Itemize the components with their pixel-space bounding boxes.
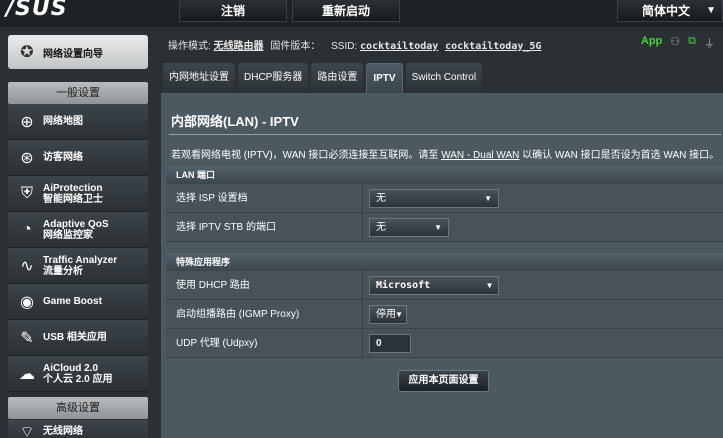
igmp-proxy-value: 停用 xyxy=(376,309,396,320)
stb-port-select[interactable]: 无 ▼ xyxy=(369,218,449,237)
igmp-proxy-select[interactable]: 停用 ▼ xyxy=(369,305,407,324)
sidebar-item-label: Traffic Analyzer 流量分析 xyxy=(43,254,118,277)
isp-profile-value: 无 xyxy=(376,193,386,204)
shield-icon: ⛨ xyxy=(20,184,33,202)
sidebar-item-aicloud[interactable]: ☁ AiCloud 2.0 个人云 2.0 应用 xyxy=(8,356,148,392)
advanced-settings-header: 高级设置 xyxy=(8,397,148,419)
gamepad-icon: ◉ xyxy=(20,293,34,311)
udpxy-label: UDP 代理 (Udpxy) xyxy=(176,338,258,349)
chevron-down-icon: ▼ xyxy=(484,194,492,203)
sidebar-item-label: 无线网络 xyxy=(43,426,83,437)
sidebar-item-guest-network[interactable]: ⊛ 访客网络 xyxy=(8,140,148,176)
mode-value[interactable]: 无线路由器 xyxy=(214,41,264,52)
lan-port-header: LAN 端口 xyxy=(166,166,723,184)
chevron-down-icon: ▼ xyxy=(395,310,403,319)
divider xyxy=(169,134,721,135)
status-icons: App ⚇ ⧉ ⏚ xyxy=(641,35,715,51)
dual-wan-link[interactable]: WAN - Dual WAN xyxy=(441,150,519,161)
stb-port-value: 无 xyxy=(376,222,386,233)
mode-label: 操作模式: xyxy=(168,41,211,52)
special-apps-header: 特殊应用程序 xyxy=(166,253,723,271)
sidebar-item-label: Game Boost xyxy=(43,296,102,307)
reboot-button[interactable]: 重新启动 xyxy=(292,0,400,22)
row-divider xyxy=(362,300,363,328)
apply-button[interactable]: 应用本页面设置 xyxy=(398,370,489,392)
igmp-proxy-label: 启动组播路由 (IGMP Proxy) xyxy=(176,309,300,320)
pulse-icon: ∿ xyxy=(20,257,34,275)
wizard-icon: ✪ xyxy=(20,44,34,61)
sidebar-item-wireless[interactable]: ⌔ 无线网络 xyxy=(8,420,148,438)
gauge-icon: ◔ xyxy=(22,220,32,238)
tab-lan-ip[interactable]: 内网地址设置 xyxy=(163,63,235,93)
ssid-2g[interactable]: cocktailtoday xyxy=(360,41,438,52)
status-line: 操作模式: 无线路由器 固件版本： SSID: cocktailtoday co… xyxy=(168,37,541,52)
stb-port-label: 选择 IPTV STB 的端口 xyxy=(176,222,277,233)
sidebar: ✪ 网络设置向导 一般设置 ⊕ 网络地图 ⊛ 访客网络 ⛨ AiProtecti… xyxy=(0,27,158,438)
quick-setup-button[interactable]: ✪ 网络设置向导 xyxy=(8,35,148,69)
ssid-label: SSID: xyxy=(331,41,358,52)
users-icon[interactable]: ⚇ xyxy=(670,35,680,51)
igmp-proxy-row: 启动组播路由 (IGMP Proxy) 停用 ▼ xyxy=(166,300,723,329)
chevron-down-icon: ▼ xyxy=(487,281,492,290)
description-text: 若观看网络电视 (IPTV)，WAN 接口必须连接至互联网。请至 xyxy=(171,150,439,161)
page-title: 内部网络(LAN) - IPTV xyxy=(171,114,299,129)
sidebar-item-label: AiProtection 智能网络卫士 xyxy=(43,182,103,205)
cloud-icon: ☁ xyxy=(19,365,35,383)
tab-iptv[interactable]: IPTV xyxy=(366,63,403,93)
usb-status-icon[interactable]: ⏚ xyxy=(704,35,715,51)
main-content: 操作模式: 无线路由器 固件版本： SSID: cocktailtoday co… xyxy=(158,27,723,438)
sidebar-item-label: Adaptive QoS 网络监控家 xyxy=(43,218,109,241)
settings-panel: 内部网络(LAN) - IPTV 若观看网络电视 (IPTV)，WAN 接口必须… xyxy=(161,93,723,438)
firmware-label: 固件版本： xyxy=(270,41,321,52)
sidebar-item-label: 访客网络 xyxy=(43,152,83,163)
description-text: 以确认 WAN 接口是否设为首选 WAN 接口。 xyxy=(522,150,720,161)
sidebar-item-network-map[interactable]: ⊕ 网络地图 xyxy=(8,104,148,140)
general-settings-header: 一般设置 xyxy=(8,82,148,104)
asus-logo: /SUS xyxy=(6,0,68,21)
isp-profile-select[interactable]: 无 ▼ xyxy=(369,189,499,208)
tab-switch-control[interactable]: Switch Control xyxy=(405,63,483,93)
tab-route[interactable]: 路由设置 xyxy=(311,63,364,93)
row-divider xyxy=(362,213,363,241)
app-link[interactable]: App xyxy=(641,35,662,51)
sidebar-item-traffic-analyzer[interactable]: ∿ Traffic Analyzer 流量分析 xyxy=(8,248,148,284)
tab-dhcp-server[interactable]: DHCP服务器 xyxy=(238,63,309,93)
guest-network-icon: ⊛ xyxy=(20,149,34,167)
globe-icon: ⊕ xyxy=(20,113,34,131)
page-description: 若观看网络电视 (IPTV)，WAN 接口必须连接至互联网。请至 WAN - D… xyxy=(171,146,719,161)
top-bar: /SUS 注销 重新启动 简体中文 ▼ xyxy=(0,0,723,27)
udpxy-input[interactable]: 0 xyxy=(369,334,411,353)
isp-profile-row: 选择 ISP 设置档 无 ▼ xyxy=(166,184,723,213)
logout-button[interactable]: 注销 xyxy=(179,0,287,22)
sidebar-item-label: AiCloud 2.0 个人云 2.0 应用 xyxy=(43,362,113,385)
row-divider xyxy=(362,184,363,212)
usb-icon: ✎ xyxy=(20,329,34,347)
ssid-5g[interactable]: cocktailtoday_5G xyxy=(445,41,541,52)
dhcp-route-value: Microsoft xyxy=(376,280,431,291)
tab-bar: 内网地址设置 DHCP服务器 路由设置 IPTV Switch Control xyxy=(163,63,483,93)
quick-setup-label: 网络设置向导 xyxy=(43,48,103,60)
sidebar-item-game-boost[interactable]: ◉ Game Boost xyxy=(8,284,148,320)
udpxy-row: UDP 代理 (Udpxy) 0 xyxy=(166,329,723,358)
row-divider xyxy=(362,329,363,357)
isp-profile-label: 选择 ISP 设置档 xyxy=(176,193,248,204)
chevron-down-icon: ▼ xyxy=(706,5,716,16)
language-label: 简体中文 xyxy=(642,4,691,18)
language-select[interactable]: 简体中文 ▼ xyxy=(617,0,723,22)
chevron-down-icon: ▼ xyxy=(434,223,442,232)
sidebar-item-usb[interactable]: ✎ USB 相关应用 xyxy=(8,320,148,356)
dhcp-route-row: 使用 DHCP 路由 Microsoft ▼ xyxy=(166,271,723,300)
dhcp-route-label: 使用 DHCP 路由 xyxy=(176,280,250,291)
sidebar-item-aiprotection[interactable]: ⛨ AiProtection 智能网络卫士 xyxy=(8,176,148,212)
network-status-icon[interactable]: ⧉ xyxy=(688,35,696,51)
sidebar-item-adaptive-qos[interactable]: ◔ Adaptive QoS 网络监控家 xyxy=(8,212,148,248)
sidebar-item-label: USB 相关应用 xyxy=(43,332,107,343)
wifi-icon: ⌔ xyxy=(19,423,35,438)
sidebar-item-label: 网络地图 xyxy=(43,116,83,127)
row-divider xyxy=(362,271,363,299)
dhcp-route-select[interactable]: Microsoft ▼ xyxy=(369,276,499,295)
stb-port-row: 选择 IPTV STB 的端口 无 ▼ xyxy=(166,213,723,242)
